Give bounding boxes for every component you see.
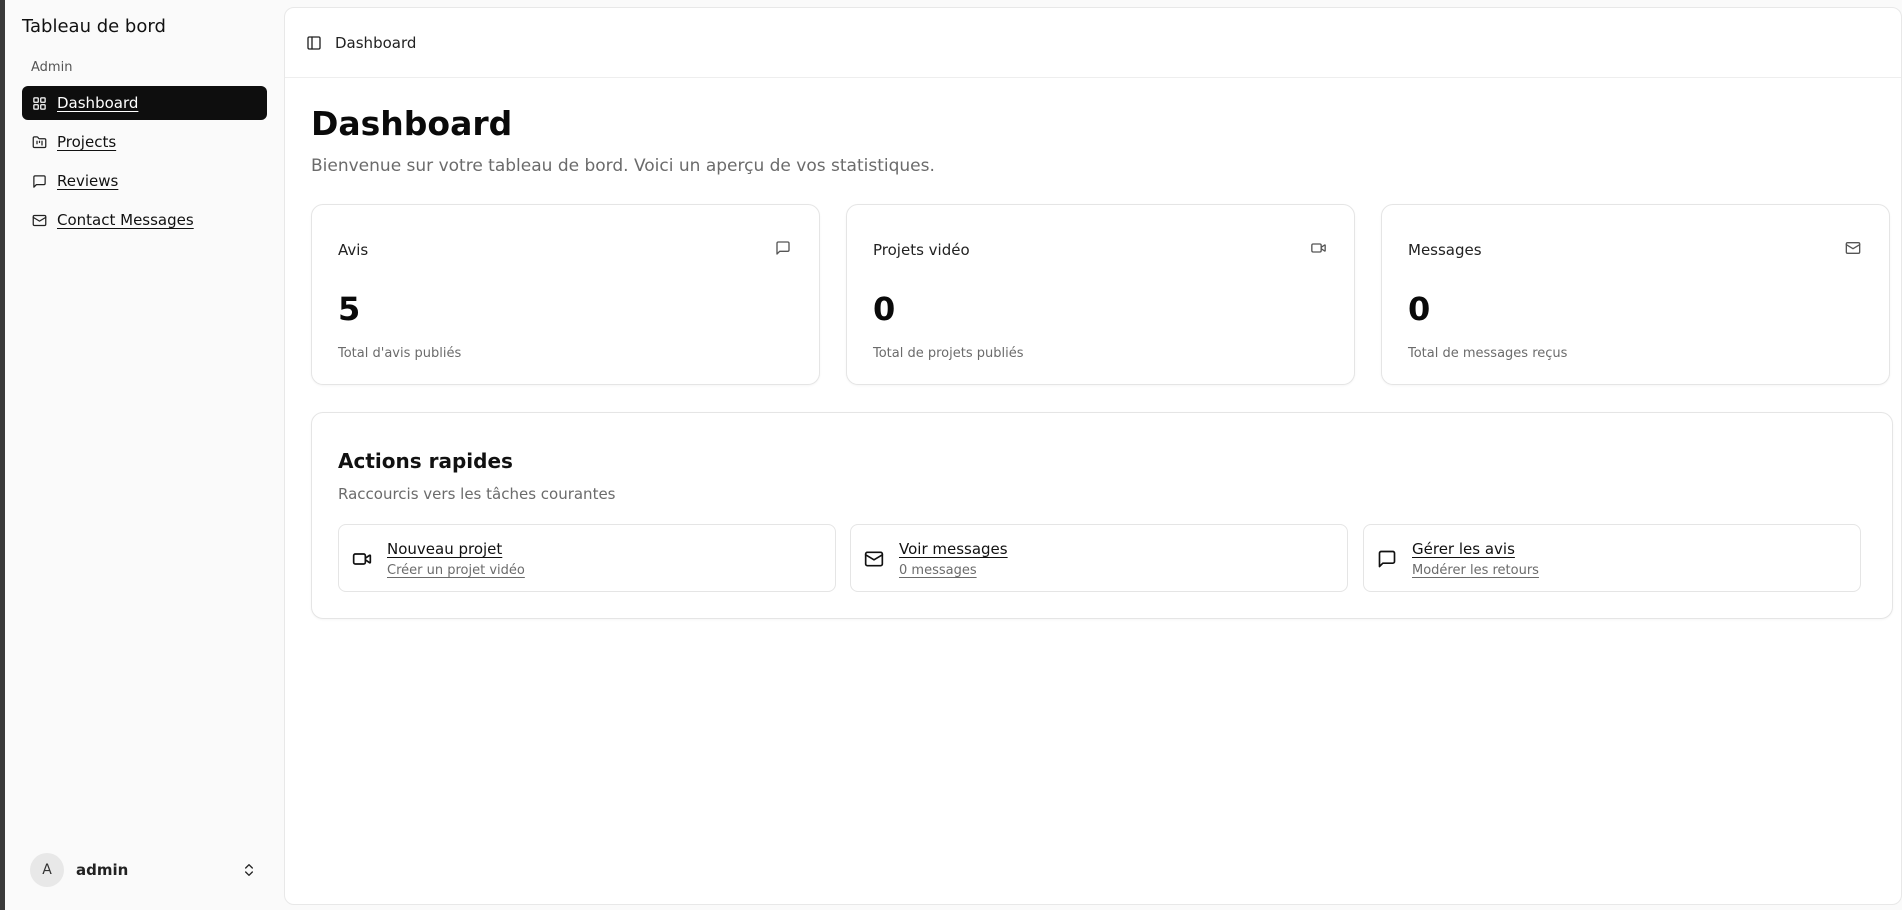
sidebar-item-projects[interactable]: Projects xyxy=(22,125,267,159)
topbar: Dashboard xyxy=(285,8,1901,78)
stat-value: 0 xyxy=(1408,290,1431,328)
stat-value: 0 xyxy=(873,290,896,328)
user-name: admin xyxy=(76,861,129,879)
avatar: A xyxy=(30,853,64,887)
view-messages-button[interactable]: Voir messages 0 messages xyxy=(850,524,1348,592)
grid-icon xyxy=(31,95,47,111)
action-description: Modérer les retours xyxy=(1412,563,1539,578)
new-project-button[interactable]: Nouveau projet Créer un projet vidéo xyxy=(338,524,836,592)
sidebar-brand: Tableau de bord xyxy=(22,16,166,37)
folder-icon xyxy=(31,134,47,150)
stat-title: Messages xyxy=(1408,241,1482,259)
message-square-icon xyxy=(1377,549,1397,569)
quick-actions-subtitle: Raccourcis vers les tâches courantes xyxy=(338,485,616,503)
stat-card-projets-video: Projets vidéo 0 Total de projets publiés xyxy=(846,204,1355,385)
user-menu-button[interactable]: A admin xyxy=(30,853,267,887)
sidebar: Tableau de bord Admin Dashboard Projects… xyxy=(5,0,282,910)
action-label: Nouveau projet xyxy=(387,540,503,558)
sidebar-item-reviews[interactable]: Reviews xyxy=(22,164,267,198)
stat-card-avis: Avis 5 Total d'avis publiés xyxy=(311,204,820,385)
stat-caption: Total de messages reçus xyxy=(1408,346,1568,361)
action-label: Voir messages xyxy=(899,540,1008,558)
main-panel: Dashboard Dashboard Bienvenue sur votre … xyxy=(284,7,1902,905)
action-description: 0 messages xyxy=(899,563,977,578)
chevrons-up-down-icon xyxy=(241,862,257,882)
stat-value: 5 xyxy=(338,290,361,328)
mail-icon xyxy=(31,212,47,228)
message-square-icon xyxy=(31,173,47,189)
stat-caption: Total d'avis publiés xyxy=(338,346,462,361)
panel-left-icon xyxy=(307,35,321,50)
sidebar-item-label: Projects xyxy=(57,133,117,151)
sidebar-item-label: Dashboard xyxy=(57,94,139,112)
page-title: Dashboard xyxy=(311,104,513,143)
message-square-icon xyxy=(775,240,793,258)
sidebar-group-label: Admin xyxy=(31,60,73,75)
mail-icon xyxy=(1845,240,1863,258)
mail-icon xyxy=(864,549,884,569)
quick-actions-card: Actions rapides Raccourcis vers les tâch… xyxy=(311,412,1893,619)
sidebar-nav: Dashboard Projects Reviews Contact Messa… xyxy=(22,86,267,242)
sidebar-item-label: Reviews xyxy=(57,172,119,190)
sidebar-item-label: Contact Messages xyxy=(57,211,194,229)
quick-actions-title: Actions rapides xyxy=(338,449,513,473)
stat-title: Avis xyxy=(338,241,369,259)
page-subtitle: Bienvenue sur votre tableau de bord. Voi… xyxy=(311,156,935,176)
breadcrumb: Dashboard xyxy=(335,33,417,52)
sidebar-toggle-button[interactable] xyxy=(305,34,323,52)
video-icon xyxy=(1310,240,1328,258)
manage-reviews-button[interactable]: Gérer les avis Modérer les retours xyxy=(1363,524,1861,592)
sidebar-item-contact-messages[interactable]: Contact Messages xyxy=(22,203,267,237)
video-icon xyxy=(352,549,372,569)
stat-caption: Total de projets publiés xyxy=(873,346,1024,361)
app-window: Tableau de bord Admin Dashboard Projects… xyxy=(0,0,1902,910)
sidebar-item-dashboard[interactable]: Dashboard xyxy=(22,86,267,120)
stat-card-messages: Messages 0 Total de messages reçus xyxy=(1381,204,1890,385)
action-description: Créer un projet vidéo xyxy=(387,563,525,578)
stat-title: Projets vidéo xyxy=(873,241,970,259)
action-label: Gérer les avis xyxy=(1412,540,1515,558)
